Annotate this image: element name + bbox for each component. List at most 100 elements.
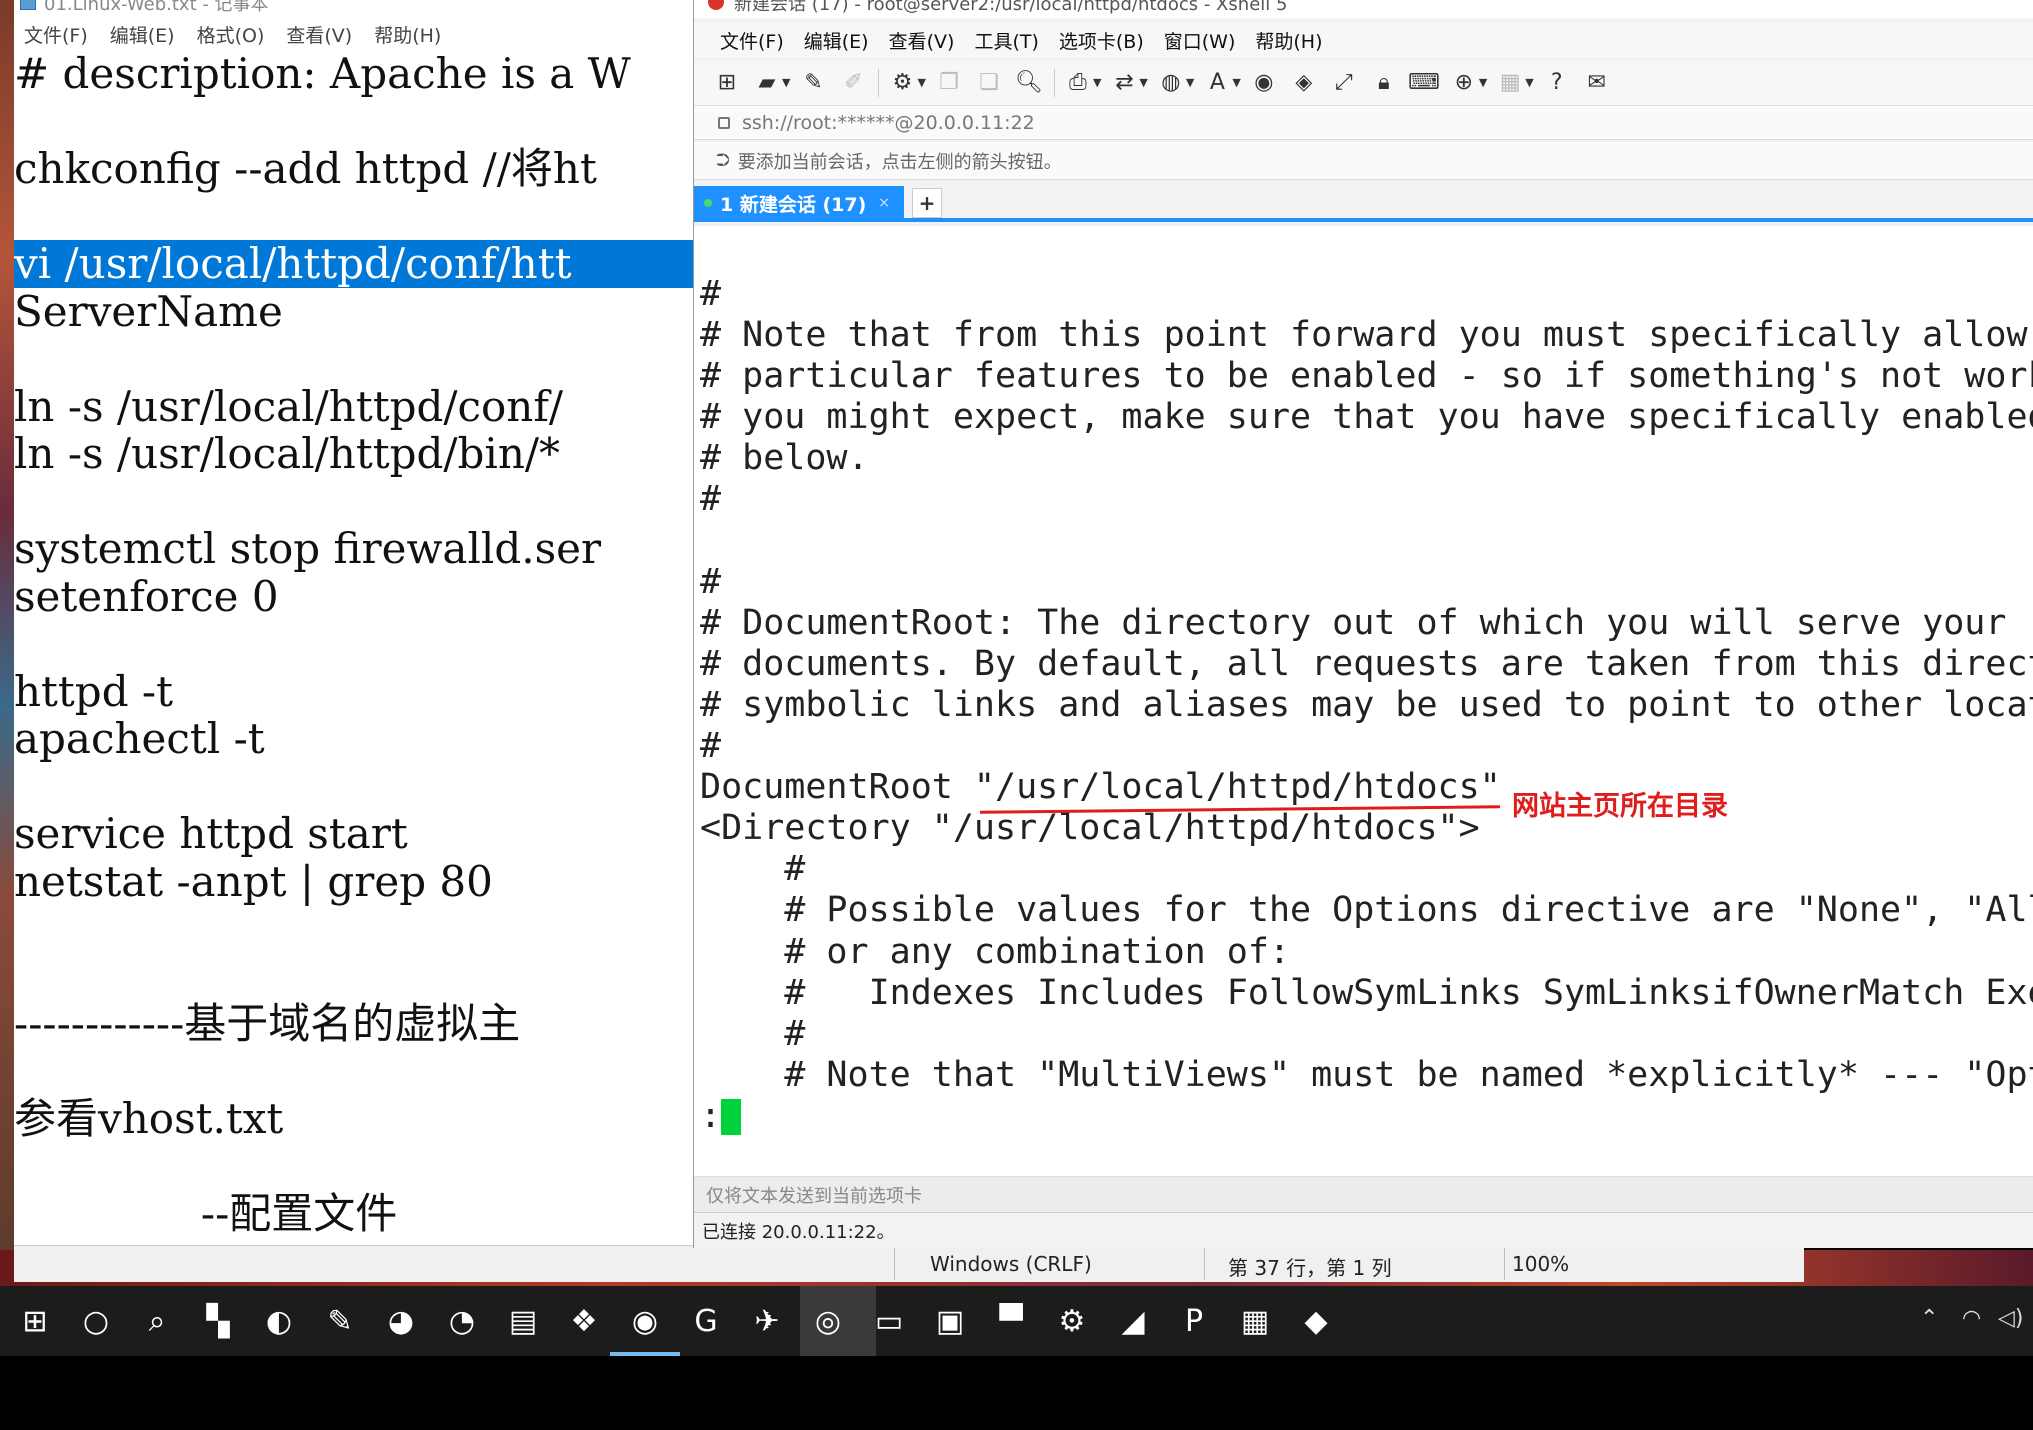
notepad-icon (20, 0, 36, 10)
xftp-icon[interactable]: ◉ (1249, 68, 1279, 98)
status-zoom: 100% (1512, 1252, 1570, 1276)
find-icon[interactable]: 🔍︎ (1014, 68, 1044, 98)
settings-icon[interactable]: ⚙ (1049, 1298, 1095, 1344)
windows-start-icon[interactable]: ⊞ (12, 1298, 58, 1344)
mail-icon[interactable]: ✈ (744, 1298, 790, 1344)
chevron-down-icon[interactable]: ▼ (782, 76, 790, 89)
notepad-menu-file[interactable]: 文件(F) (24, 21, 88, 48)
chevron-down-icon[interactable]: ▼ (1479, 76, 1487, 89)
pen-icon[interactable]: ◢ (1110, 1298, 1156, 1344)
new-session-icon[interactable]: ⊞ (712, 68, 742, 98)
notepad-menu-edit[interactable]: 编辑(E) (110, 21, 175, 48)
help-icon[interactable]: ? (1542, 68, 1572, 98)
xshell-menu-view[interactable]: 查看(V) (889, 27, 955, 54)
notepad-line (14, 953, 704, 1001)
disconnect-icon[interactable]: ✐ (838, 68, 868, 98)
properties-icon[interactable]: ⚙ (887, 68, 917, 98)
xshell-menu-help[interactable]: 帮助(H) (1255, 27, 1322, 54)
notes-icon[interactable]: ✎ (317, 1298, 363, 1344)
print-icon[interactable]: ⎙ (1063, 68, 1093, 98)
tab-label: 1 新建会话 (17) (720, 193, 867, 216)
chevron-down-icon[interactable]: ▼ (1525, 76, 1533, 89)
terminal-area[interactable]: # # Note that from this point forward you… (694, 226, 2033, 1176)
terminal-line: # (700, 479, 722, 520)
browser-icon[interactable]: ◐ (256, 1298, 302, 1344)
wechat-icon[interactable]: ◎ (805, 1298, 851, 1344)
terminal-line: # you might expect, make sure that you h… (700, 397, 2033, 438)
monitor-icon[interactable]: ▀ (988, 1298, 1034, 1344)
xmanager-icon[interactable]: ◈ (1289, 68, 1319, 98)
xshell-menu-tools[interactable]: 工具(T) (974, 27, 1038, 54)
search-icon[interactable]: ⌕ (134, 1298, 180, 1344)
chevron-down-icon[interactable]: ▼ (1093, 76, 1101, 89)
wallpaper-left (0, 0, 14, 1282)
add-session-arrow-icon[interactable]: ⮊ (716, 150, 730, 171)
status-separator (894, 1248, 895, 1280)
nvidia-icon[interactable]: ◆ (1293, 1298, 1339, 1344)
notepad-menu-format[interactable]: 格式(O) (197, 21, 265, 48)
transfer-icon[interactable]: ⇄ (1109, 68, 1139, 98)
powerpoint-icon[interactable]: P (1171, 1298, 1217, 1344)
vim-command-prompt: : (700, 1095, 722, 1136)
chat-icon[interactable]: ✉ (1582, 68, 1612, 98)
network-icon[interactable]: ❖ (561, 1298, 607, 1344)
notepad-line: ------------基于域名的虚拟主 (14, 999, 521, 1048)
globe-icon[interactable]: ◍ (1156, 68, 1186, 98)
notepad-line (14, 478, 704, 526)
notepad-line: # description: Apache is a W (14, 50, 631, 98)
chevron-down-icon[interactable]: ▼ (1186, 76, 1194, 89)
tab-strip: 1 新建会话 (17) × + (694, 186, 2033, 222)
terminal-line: # (700, 1013, 806, 1054)
terminal-line: # Note that from this point forward you … (700, 315, 2028, 356)
connect-icon[interactable]: ✎ (798, 68, 828, 98)
address-bar[interactable]: ssh://root:******@20.0.0.11:22 (694, 106, 2033, 140)
annotation-label: 网站主页所在目录 (1512, 791, 1728, 822)
xshell-icon[interactable]: ◉ (610, 1298, 680, 1356)
copy-icon[interactable]: ❐ (934, 68, 964, 98)
open-folder-icon[interactable]: ▰ (752, 68, 782, 98)
font-icon[interactable]: A (1202, 68, 1232, 98)
notepad-menu-view[interactable]: 查看(V) (286, 21, 352, 48)
files-icon[interactable]: ▤ (500, 1298, 546, 1344)
xshell-menu-edit[interactable]: 编辑(E) (804, 27, 869, 54)
notepad-line: netstat -anpt | grep 80 (14, 856, 493, 906)
xshell-menu-tabs[interactable]: 选项卡(B) (1059, 27, 1144, 54)
terminal-output: # # Note that from this point forward you… (700, 274, 2033, 1137)
xshell-titlebar[interactable]: 新建会话 (17) - root@server2:/usr/local/http… (694, 0, 2033, 18)
media-icon[interactable]: ◕ (378, 1298, 424, 1344)
volume-icon[interactable]: ◁) (1998, 1306, 2024, 1331)
notepad-line (14, 620, 704, 668)
store-icon[interactable]: ▣ (927, 1298, 973, 1344)
send-text-bar[interactable]: 仅将文本发送到当前选项卡 (694, 1176, 2033, 1212)
notepad-menu-help[interactable]: 帮助(H) (374, 21, 441, 48)
tab-session-17[interactable]: 1 新建会话 (17) × (694, 186, 904, 220)
fullscreen-icon[interactable]: ⤢ (1329, 68, 1359, 98)
app-icon[interactable]: ▚ (195, 1298, 241, 1344)
xshell-window: 新建会话 (17) - root@server2:/usr/local/http… (693, 0, 2033, 1248)
keyboard-icon[interactable]: ⌨ (1408, 68, 1440, 98)
add-tab-icon[interactable]: ⊕ (1449, 68, 1479, 98)
terminal-line: # Possible values for the Options direct… (700, 890, 2033, 931)
explorer-icon[interactable]: ▭ (866, 1298, 912, 1344)
cortana-icon[interactable]: ○ (73, 1298, 119, 1344)
chevron-down-icon[interactable]: ▼ (917, 76, 925, 89)
paste-icon[interactable]: ❏ (974, 68, 1004, 98)
close-icon[interactable]: × (878, 195, 890, 211)
lock-icon[interactable]: 🔒︎ (1369, 68, 1399, 98)
chevron-down-icon[interactable]: ▼ (1232, 76, 1240, 89)
layout-icon[interactable]: ▦ (1495, 68, 1525, 98)
add-tab-button[interactable]: + (912, 188, 942, 218)
xshell-menu-window[interactable]: 窗口(W) (1164, 27, 1236, 54)
chevron-up-icon[interactable]: ⌃ (1920, 1306, 1938, 1331)
send-text-placeholder: 仅将文本发送到当前选项卡 (706, 1185, 922, 1207)
connected-status-icon (704, 199, 712, 207)
paint-icon[interactable]: ◔ (439, 1298, 485, 1344)
xftp-icon[interactable]: G (683, 1298, 729, 1344)
notepad-text-area[interactable]: # description: Apache is a W chkconfig --… (14, 50, 704, 1240)
remote-icon[interactable]: ▦ (1232, 1298, 1278, 1344)
chevron-down-icon[interactable]: ▼ (1139, 76, 1147, 89)
toolbar-divider (878, 68, 880, 97)
wifi-icon[interactable]: ◠ (1962, 1306, 1981, 1331)
xshell-menu-file[interactable]: 文件(F) (720, 27, 784, 54)
